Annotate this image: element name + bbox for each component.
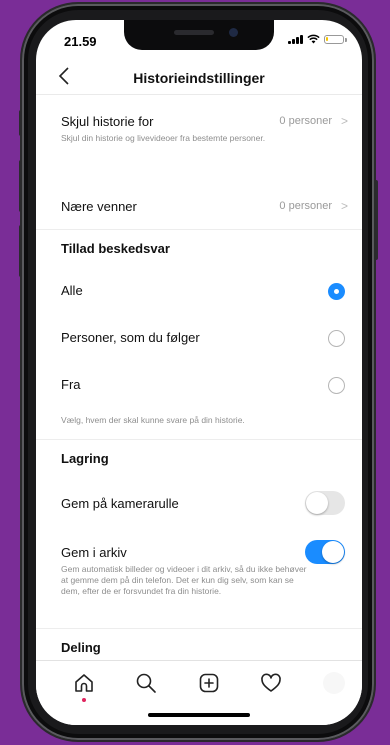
hide-story-value: 0 personer [279, 115, 332, 127]
status-icons [288, 34, 347, 44]
search-icon [136, 673, 156, 693]
divider [36, 628, 362, 629]
archive-desc: Gem automatisk billeder og videoer i dit… [61, 564, 307, 596]
hide-story-desc: Skjul din historie og livevideoer fra be… [61, 133, 266, 143]
archive-row[interactable]: Gem i arkiv Gem automatisk billeder og v… [36, 539, 362, 619]
radio-unselected[interactable] [328, 377, 345, 394]
wifi-icon [307, 34, 320, 44]
status-time: 21.59 [64, 34, 97, 49]
reply-option-label: Alle [61, 283, 83, 298]
battery-icon [324, 34, 347, 44]
close-friends-row[interactable]: Nære venner 0 personer > [36, 185, 362, 225]
tab-search[interactable] [134, 671, 158, 695]
replies-note: Vælg, hvem der skal kunne svare på din h… [61, 415, 245, 425]
tab-profile[interactable] [322, 671, 346, 695]
notification-dot [82, 698, 86, 702]
heart-icon [261, 673, 281, 692]
notch [124, 20, 274, 50]
tab-activity[interactable] [259, 671, 283, 695]
reply-option-following[interactable]: Personer, som du følger [36, 324, 362, 354]
sharing-section-title: Deling [61, 640, 101, 655]
phone-screen: 21.59 Historieindstillinger Skjul histor… [36, 20, 362, 725]
tab-home[interactable] [72, 671, 96, 702]
front-camera [229, 28, 238, 37]
camera-roll-label: Gem på kamerarulle [61, 496, 179, 511]
reply-option-off[interactable]: Fra [36, 371, 362, 401]
speaker-grille [174, 30, 214, 35]
storage-section-title: Lagring [61, 451, 109, 466]
reply-option-all[interactable]: Alle [36, 277, 362, 307]
signal-icon [288, 34, 303, 44]
reply-option-label: Fra [61, 377, 81, 392]
profile-icon [323, 672, 345, 694]
chevron-right-icon: > [340, 114, 348, 128]
phone-power-button [374, 180, 378, 260]
radio-selected[interactable] [328, 283, 345, 300]
add-post-icon [199, 673, 219, 693]
hide-story-row[interactable]: Skjul historie for Skjul din historie og… [36, 95, 362, 181]
tab-bar [36, 660, 362, 725]
camera-roll-row[interactable]: Gem på kamerarulle [36, 487, 362, 519]
nav-bar: Historieindstillinger [36, 62, 362, 95]
reply-option-label: Personer, som du følger [61, 330, 200, 345]
divider [36, 439, 362, 440]
close-friends-value: 0 personer [279, 200, 332, 212]
tab-add[interactable] [197, 671, 221, 695]
page-title: Historieindstillinger [133, 70, 265, 86]
archive-toggle[interactable] [305, 540, 345, 564]
home-icon [75, 674, 93, 692]
radio-unselected[interactable] [328, 330, 345, 347]
home-indicator [148, 713, 250, 717]
chevron-right-icon: > [340, 199, 348, 213]
replies-section-title: Tillad beskedsvar [61, 241, 170, 256]
camera-roll-toggle[interactable] [305, 491, 345, 515]
hide-story-label: Skjul historie for [61, 114, 154, 129]
close-friends-label: Nære venner [61, 199, 137, 214]
divider [36, 229, 362, 230]
archive-label: Gem i arkiv [61, 545, 127, 560]
